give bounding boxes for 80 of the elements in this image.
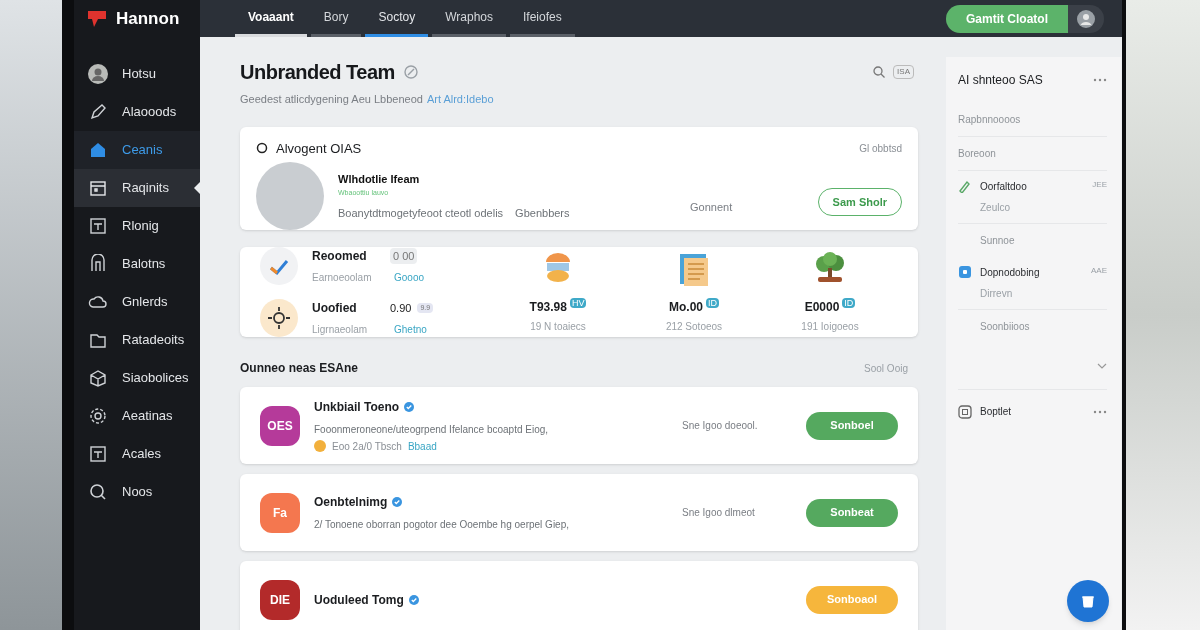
page-subtitle: Geedest atlicdygening Aeu Lbbeneod <box>240 92 423 107</box>
more-icon[interactable] <box>1093 408 1107 415</box>
search-icon <box>873 66 886 78</box>
logo-icon <box>86 8 108 29</box>
team-note: Sne Igoo doeool. <box>682 419 758 433</box>
floating-action-button[interactable] <box>1067 580 1109 622</box>
stat-subtitle: 19 N toaiecs <box>530 320 586 334</box>
grid-icon <box>88 216 108 236</box>
stat-subtitle: Earnoeoolam <box>312 271 373 285</box>
stat-title: Reoomed <box>312 248 368 265</box>
panel-footer-label[interactable]: Boptlet <box>980 404 1012 419</box>
box-icon <box>88 368 108 388</box>
panel-item-title[interactable]: Dopnodobing <box>980 265 1040 280</box>
sidebar-item[interactable]: Ratadeoits <box>74 321 200 359</box>
pen-icon <box>958 179 972 193</box>
section-title: Ounneo neas ESAne <box>240 360 359 377</box>
box-icon <box>958 404 972 419</box>
profile-description: Boanytdtmogetyfeoot cteotl odelis <box>338 205 504 221</box>
panel-item-meta: JEE <box>1092 179 1107 191</box>
team-avatar: DIE <box>260 579 300 620</box>
more-icon[interactable] <box>1093 77 1107 83</box>
members-label: Gbenbbers <box>515 205 570 221</box>
chevron-down-icon <box>1097 363 1107 369</box>
grid-icon <box>88 444 108 464</box>
stat-value: T93.98 <box>529 299 567 316</box>
stat-value: E0000 <box>804 299 840 316</box>
brand-name: Hannon <box>116 7 180 30</box>
stat-subtitle: 191 Ioigoeos <box>801 320 859 334</box>
team-note: Sne Igoo dlmeot <box>682 506 755 520</box>
profile-name: Wlhdotlie Ifeam <box>338 172 421 187</box>
sidebar-item[interactable]: Acales <box>74 435 200 473</box>
shortcut-badge: ISA <box>893 65 914 79</box>
sidebar-item[interactable]: Aeatinas <box>74 397 200 435</box>
home-icon <box>88 140 108 160</box>
team-title: Uoduleed Tomg <box>314 591 404 609</box>
team-title: Unkbiail Toeno <box>314 398 400 416</box>
panel-item-meta: AAE <box>1091 265 1107 277</box>
app-icon <box>958 265 972 279</box>
panel-item-subtitle: Zeulco <box>980 201 1011 215</box>
sidebar-item[interactable]: Ceanis <box>74 131 200 169</box>
stat-subtitle: Ligrnaeolam <box>312 323 369 337</box>
comment-label: Gonnent <box>690 199 733 215</box>
team-avatar: OES <box>260 405 300 446</box>
sidebar-item[interactable]: Balotns <box>74 245 200 283</box>
stat-badge: ID <box>706 298 719 308</box>
team-description: 2/ Tonoene oborran pogotor dee Ooembe hg oerpel Giep, <box>314 518 570 532</box>
panel-item-subtitle: Dirrevn <box>980 287 1014 301</box>
user-avatar[interactable] <box>1068 4 1104 33</box>
panel-item-title[interactable]: Oorfaltdoo <box>980 179 1027 194</box>
stat-value: 0.90 <box>390 300 412 316</box>
card-header-meta: Gl obbtsd <box>859 141 902 156</box>
team-avatar: Fa <box>260 492 300 533</box>
sidebar-item[interactable]: Noos <box>74 473 200 511</box>
sidebar-item[interactable]: Gnlerds <box>74 283 200 321</box>
team-title: Oenbtelnimg <box>314 494 388 511</box>
pen-icon <box>88 102 108 122</box>
team-description: Fooonmeroneone/uteogrpend Ifelance bcoaptd Eiog, <box>314 422 550 437</box>
gear-icon <box>88 406 108 426</box>
cup-icon <box>1080 593 1096 609</box>
stat-badge: ID <box>842 298 856 308</box>
sidebar-item[interactable]: Siaobolices <box>74 359 200 397</box>
door-icon <box>88 254 108 274</box>
sidebar-item[interactable]: Raqinits <box>74 169 200 207</box>
search-icon <box>88 482 108 502</box>
stat-value: 0 00 <box>390 247 418 265</box>
card-header: Alvogent OIAS <box>276 139 362 158</box>
panel-title: AI shnteoo SAS <box>958 72 1043 89</box>
stat-subtitle: 212 Sotoeos <box>665 320 723 334</box>
sidebar-item[interactable]: Rlonig <box>74 207 200 245</box>
avatar-icon <box>1077 9 1095 28</box>
coin-icon <box>314 440 326 452</box>
stat-value: Mo.00 <box>669 299 703 316</box>
calendar-icon <box>88 178 108 198</box>
stat-title: Uoofied <box>312 300 358 317</box>
sidebar-item[interactable]: Alaooods <box>74 93 200 131</box>
sidebar-item[interactable]: Hotsu <box>74 55 200 93</box>
page-title: Unbranded Team <box>240 60 395 85</box>
avatar-icon <box>88 64 108 84</box>
stat-badge: HV <box>569 298 587 308</box>
team-meta: Eoo 2a/0 Tbsch <box>332 439 402 454</box>
